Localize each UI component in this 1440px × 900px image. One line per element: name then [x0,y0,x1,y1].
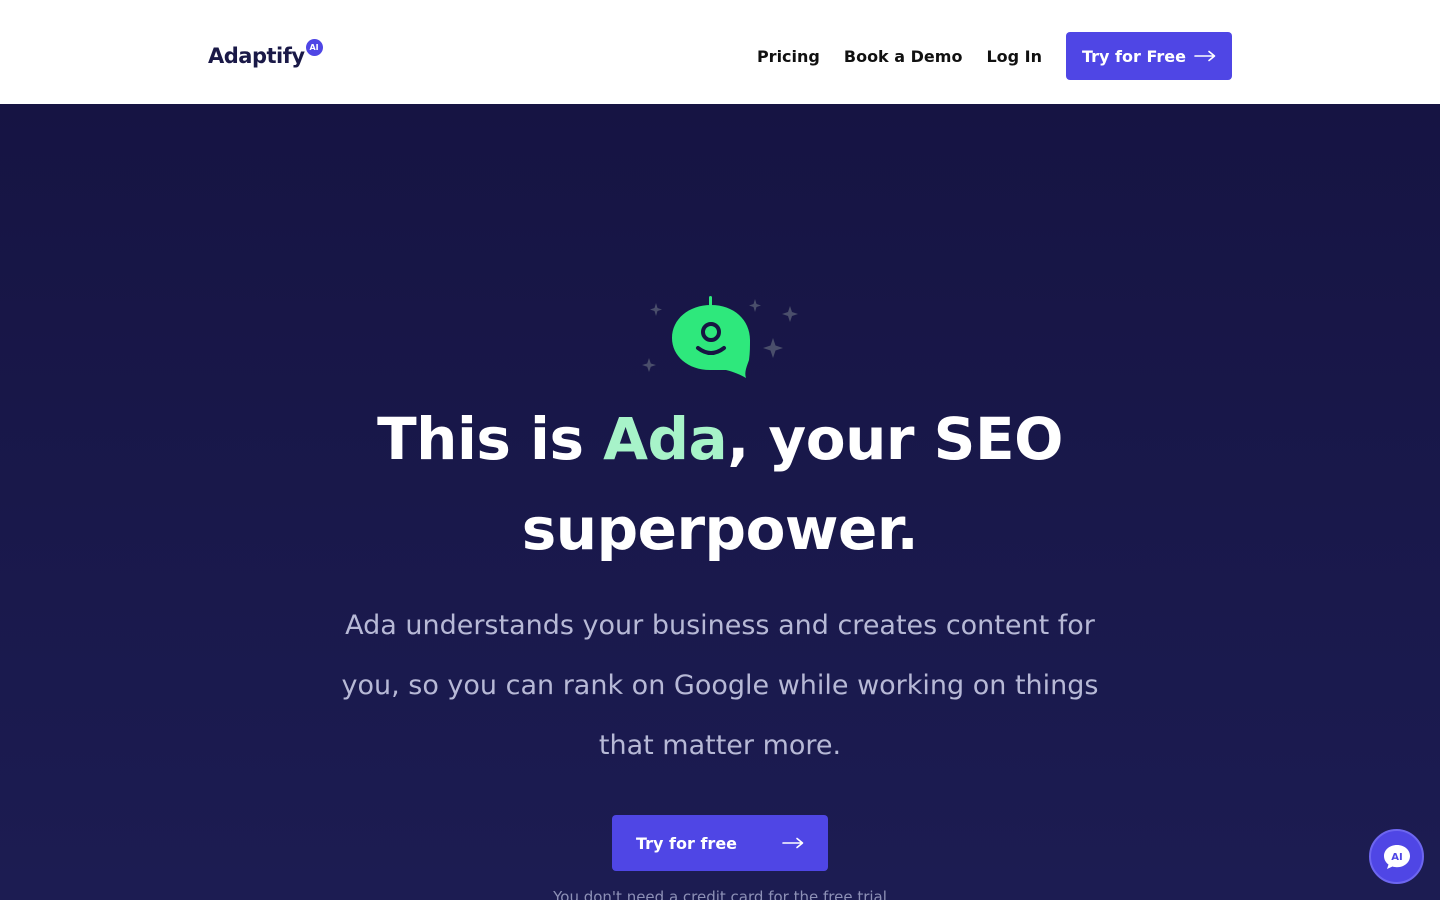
hero-headline: This is Ada, your SEO superpower. [320,394,1120,574]
site-header: Adaptify AI Pricing Book a Demo Log In T… [0,0,1440,104]
nav-try-free-label: Try for Free [1082,46,1186,66]
arrow-right-icon [782,837,804,849]
main-nav: Pricing Book a Demo Log In Try for Free [757,32,1232,80]
logo-ai-badge: AI [305,39,323,56]
ai-chat-bubble-icon: AI [1383,844,1410,869]
chat-widget-button[interactable]: AI [1369,829,1424,884]
free-trial-note: You don't need a credit card for the fre… [553,888,887,900]
ai-chat-bot-icon [642,296,798,378]
nav-try-free-button[interactable]: Try for Free [1066,32,1232,80]
arrow-right-icon [1194,50,1216,62]
chat-widget-label: AI [1391,852,1402,863]
nav-book-demo-link[interactable]: Book a Demo [844,47,963,66]
hero-try-free-label: Try for free [636,833,738,853]
logo-wordmark: Adaptify [208,44,305,68]
nav-pricing-link[interactable]: Pricing [757,47,820,66]
headline-prefix: This is [377,405,604,473]
nav-login-link[interactable]: Log In [986,47,1042,66]
hero-section: This is Ada, your SEO superpower. Ada un… [0,104,1440,900]
logo[interactable]: Adaptify AI [208,39,323,72]
headline-accent: Ada [603,405,728,473]
hero-try-free-button[interactable]: Try for free [612,815,828,871]
hero-subtext: Ada understands your business and create… [341,610,1099,761]
